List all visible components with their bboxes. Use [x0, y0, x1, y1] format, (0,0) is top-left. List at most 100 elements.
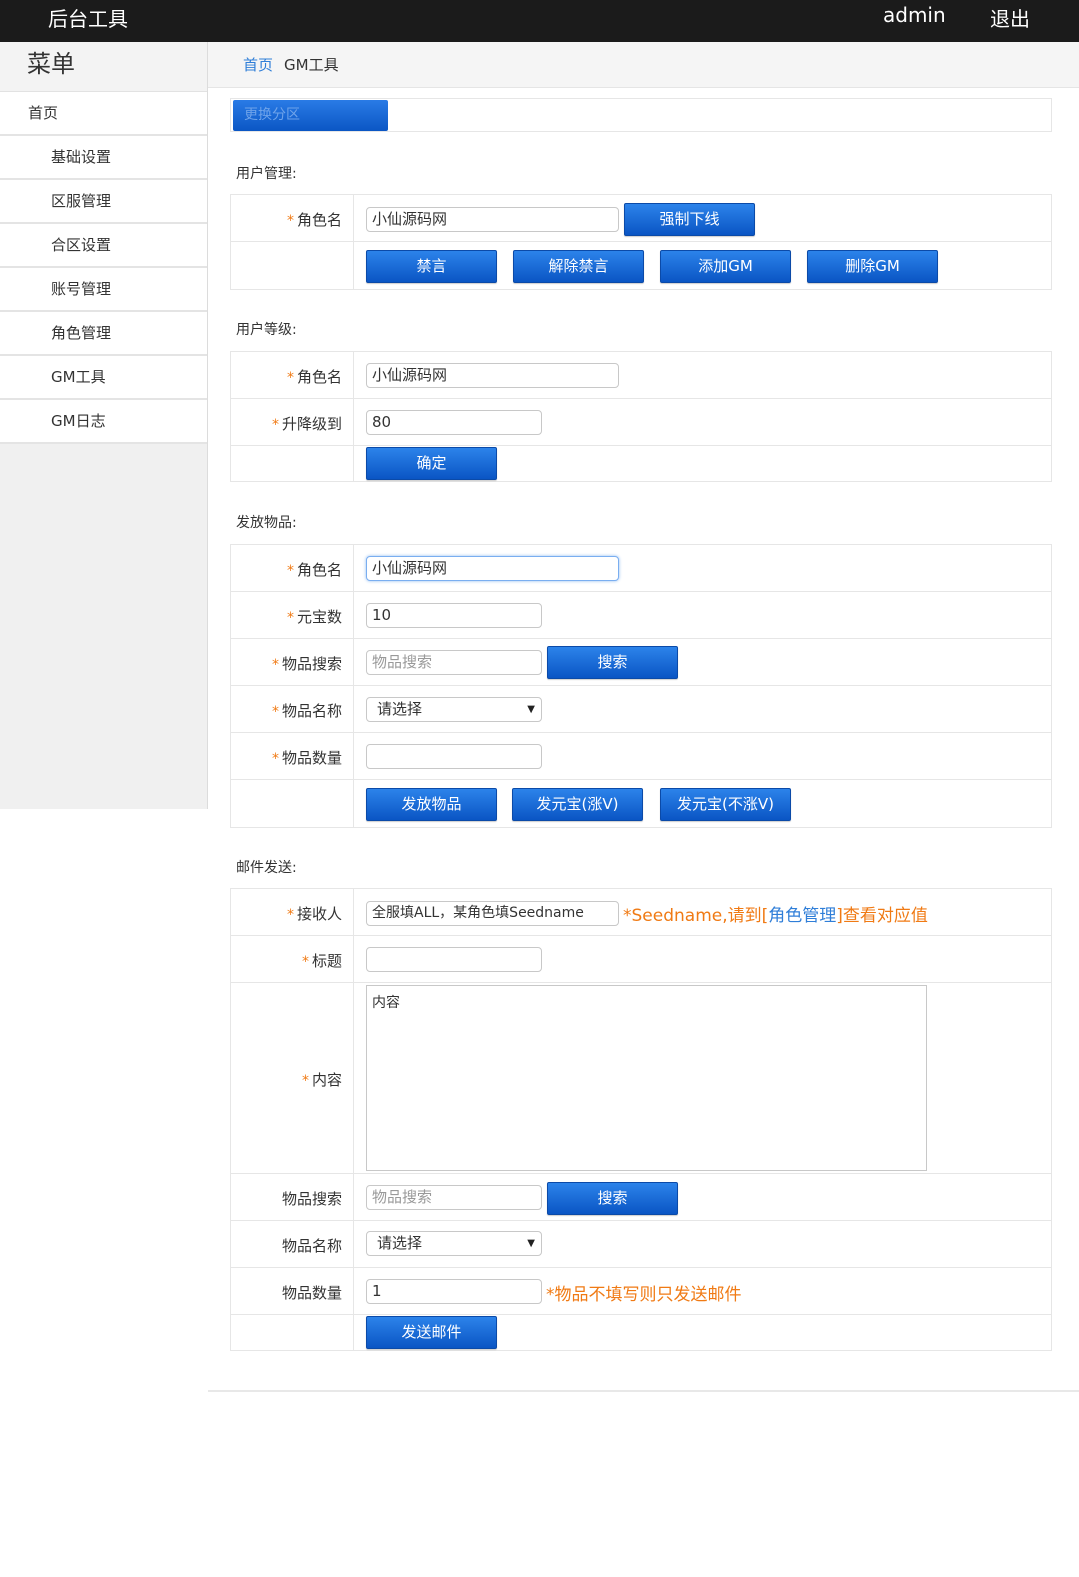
recipient-note-suffix: ]查看对应值: [836, 906, 928, 926]
form-row: 确定: [231, 446, 1051, 481]
zone-bar: 更换分区: [230, 98, 1052, 132]
give-yuanbao-vip-button[interactable]: 发元宝(涨V): [512, 788, 643, 821]
required-star: *: [271, 657, 279, 673]
sidebar-item-account-management[interactable]: 账号管理: [0, 268, 207, 312]
form-row: * 内容 内容: [231, 983, 1051, 1174]
form-row: * 标题: [231, 936, 1051, 983]
form-row: 物品搜索 物品搜索 搜索: [231, 1174, 1051, 1221]
unmute-button[interactable]: 解除禁言: [513, 250, 644, 283]
recipient-note: *Seedname,请到[角色管理]查看对应值: [623, 901, 928, 926]
form-row: * 物品数量: [231, 733, 1051, 780]
mail-item-name-label: 物品名称: [281, 1237, 342, 1255]
subject-input[interactable]: [366, 947, 542, 972]
mail-item-name-select[interactable]: 请选择 ▼: [366, 1231, 542, 1256]
delete-gm-button[interactable]: 删除GM: [807, 250, 938, 283]
recipient-label: 接收人: [296, 905, 342, 923]
required-star: *: [286, 610, 294, 626]
mail-item-search-button[interactable]: 搜索: [547, 1182, 678, 1215]
required-star: *: [271, 751, 279, 767]
mail-qty-note: *物品不填写则只发送邮件: [546, 1285, 742, 1305]
form-row: * 物品名称 请选择 ▼: [231, 686, 1051, 733]
give-role-name-input[interactable]: 小仙源码网: [366, 556, 619, 581]
form-row: * 升降级到 80: [231, 399, 1051, 446]
mute-button[interactable]: 禁言: [366, 250, 497, 283]
required-star: *: [286, 213, 294, 229]
user-name[interactable]: admin: [883, 3, 946, 27]
sidebar-item-merge-settings[interactable]: 合区设置: [0, 224, 207, 268]
content-label: 内容: [311, 1071, 342, 1089]
top-bar: 后台工具 admin 退出: [0, 0, 1079, 42]
form-row: * 元宝数 10: [231, 592, 1051, 639]
breadcrumb-current: GM工具: [284, 56, 339, 74]
yuanbao-input[interactable]: 10: [366, 603, 542, 628]
content-textarea[interactable]: 内容: [366, 985, 927, 1171]
yuanbao-label: 元宝数: [296, 608, 342, 626]
mail-form: * 接收人 全服填ALL，某角色填Seedname *Seedname,请到[角色…: [230, 888, 1052, 1351]
required-star: *: [301, 1073, 309, 1089]
send-mail-button[interactable]: 发送邮件: [366, 1316, 497, 1349]
give-item-button[interactable]: 发放物品: [366, 788, 497, 821]
item-name-select[interactable]: 请选择 ▼: [366, 697, 542, 722]
required-star: *: [271, 417, 279, 433]
change-zone-button[interactable]: 更换分区: [233, 100, 388, 131]
give-items-form: * 角色名 小仙源码网 * 元宝数 10 * 物品搜索 物品搜索 搜索 * 物品名称 请…: [230, 544, 1052, 828]
sidebar-item-role-management[interactable]: 角色管理: [0, 312, 207, 356]
level-role-name-input[interactable]: 小仙源码网: [366, 363, 619, 388]
section-title-user-management: 用户管理:: [236, 166, 297, 182]
mail-item-qty-input[interactable]: 1: [366, 1279, 542, 1304]
form-row: 发放物品 发元宝(涨V) 发元宝(不涨V): [231, 780, 1051, 827]
confirm-level-button[interactable]: 确定: [366, 447, 497, 480]
item-search-input[interactable]: 物品搜索: [366, 650, 542, 675]
item-name-label: 物品名称: [281, 702, 342, 720]
section-title-mail: 邮件发送:: [236, 860, 297, 876]
item-qty-input[interactable]: [366, 744, 542, 769]
sidebar-item-home[interactable]: 首页: [0, 92, 207, 136]
level-input[interactable]: 80: [366, 410, 542, 435]
logout-link[interactable]: 退出: [990, 3, 1030, 32]
menu-title: 菜单: [0, 42, 207, 92]
user-management-form: * 角色名 小仙源码网 强制下线 禁言 解除禁言 添加GM 删除GM: [230, 194, 1052, 290]
form-row: 禁言 解除禁言 添加GM 删除GM: [231, 242, 1051, 289]
give-yuanbao-novip-button[interactable]: 发元宝(不涨V): [660, 788, 791, 821]
sidebar-item-gm-log[interactable]: GM日志: [0, 400, 207, 444]
user-level-form: * 角色名 小仙源码网 * 升降级到 80 确定: [230, 351, 1052, 482]
mail-item-name-selected: 请选择: [377, 1234, 423, 1252]
subject-label: 标题: [311, 952, 342, 970]
form-row: * 角色名 小仙源码网: [231, 545, 1051, 592]
breadcrumb: 首页 GM工具: [208, 42, 1079, 88]
section-title-give-items: 发放物品:: [236, 515, 297, 531]
breadcrumb-home-link[interactable]: 首页: [243, 54, 273, 75]
role-management-link[interactable]: 角色管理: [768, 906, 836, 926]
role-name-label: 角色名: [296, 211, 342, 229]
item-search-button[interactable]: 搜索: [547, 646, 678, 679]
item-qty-label: 物品数量: [281, 749, 342, 767]
add-gm-button[interactable]: 添加GM: [660, 250, 791, 283]
recipient-note-prefix: *Seedname,请到[: [623, 906, 769, 926]
form-row: * 角色名 小仙源码网 强制下线: [231, 195, 1051, 242]
role-name-input[interactable]: 小仙源码网: [366, 207, 619, 232]
required-star: *: [286, 563, 294, 579]
chevron-down-icon: ▼: [527, 704, 535, 715]
form-row: * 接收人 全服填ALL，某角色填Seedname *Seedname,请到[角色…: [231, 889, 1051, 936]
sidebar-item-gm-tools[interactable]: GM工具: [0, 356, 207, 400]
item-name-selected: 请选择: [377, 700, 423, 718]
mail-item-search-input[interactable]: 物品搜索: [366, 1185, 542, 1210]
sidebar: 菜单 首页 基础设置 区服管理 合区设置 账号管理 角色管理 GM工具 GM日志: [0, 42, 208, 809]
footer-divider: [208, 1390, 1079, 1392]
required-star: *: [271, 704, 279, 720]
sidebar-item-basic-settings[interactable]: 基础设置: [0, 136, 207, 180]
form-row: * 物品搜索 物品搜索 搜索: [231, 639, 1051, 686]
mail-item-search-label: 物品搜索: [281, 1190, 342, 1208]
app-title: 后台工具: [48, 7, 128, 31]
level-label: 升降级到: [281, 415, 342, 433]
form-row: 物品名称 请选择 ▼: [231, 1221, 1051, 1268]
recipient-input[interactable]: 全服填ALL，某角色填Seedname: [366, 901, 619, 926]
kick-offline-button[interactable]: 强制下线: [624, 203, 755, 236]
mail-item-qty-label: 物品数量: [281, 1284, 342, 1302]
required-star: *: [286, 907, 294, 923]
role-name-label: 角色名: [296, 561, 342, 579]
sidebar-item-server-management[interactable]: 区服管理: [0, 180, 207, 224]
role-name-label: 角色名: [296, 368, 342, 386]
section-title-user-level: 用户等级:: [236, 322, 297, 338]
form-row: 发送邮件: [231, 1315, 1051, 1350]
